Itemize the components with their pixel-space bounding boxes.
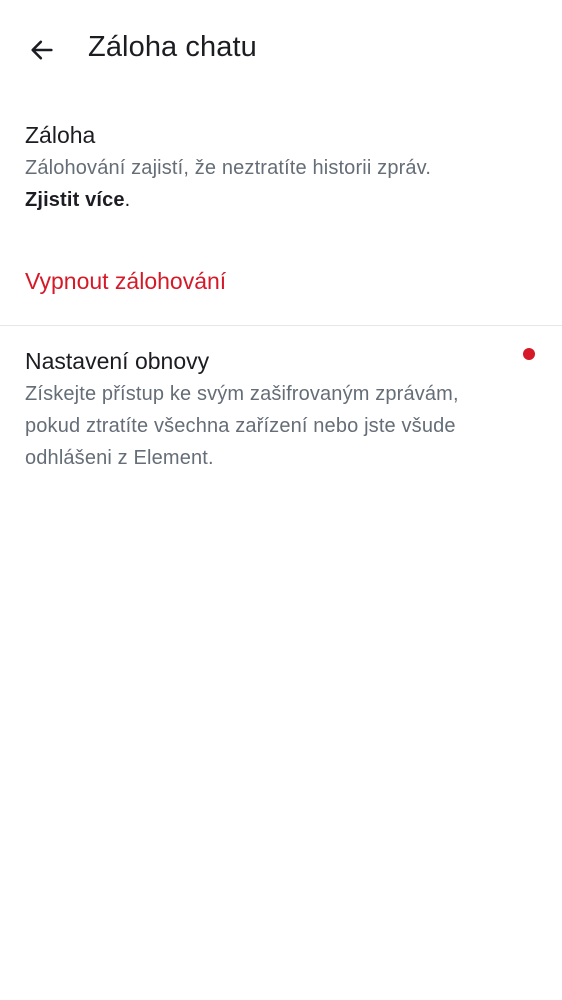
backup-section-description: Zálohování zajistí, že neztratíte histor… [25,152,537,216]
backup-description-text: Zálohování zajistí, že neztratíte histor… [25,157,432,179]
learn-more-link[interactable]: Zjistit více [25,189,125,211]
divider [0,325,562,326]
disable-backup-label: Vypnout zálohování [25,267,227,294]
backup-section-title: Záloha [25,122,96,148]
learn-more-suffix: . [124,189,131,211]
recovery-settings-item[interactable]: Nastavení obnovy Získejte přístup ke svý… [0,344,562,474]
page-title: Záloha chatu [88,31,257,63]
arrow-left-icon [31,40,53,60]
notification-dot-icon [523,348,535,360]
disable-backup-button[interactable]: Vypnout zálohování [0,246,562,316]
back-button[interactable] [18,26,66,74]
recovery-settings-title: Nastavení obnovy [25,348,210,374]
backup-section: Záloha Zálohování zajistí, že neztratíte… [0,118,562,216]
app-bar: Záloha chatu [0,0,562,100]
recovery-settings-description: Získejte přístup ke svým zašifrovaným zp… [25,383,459,469]
